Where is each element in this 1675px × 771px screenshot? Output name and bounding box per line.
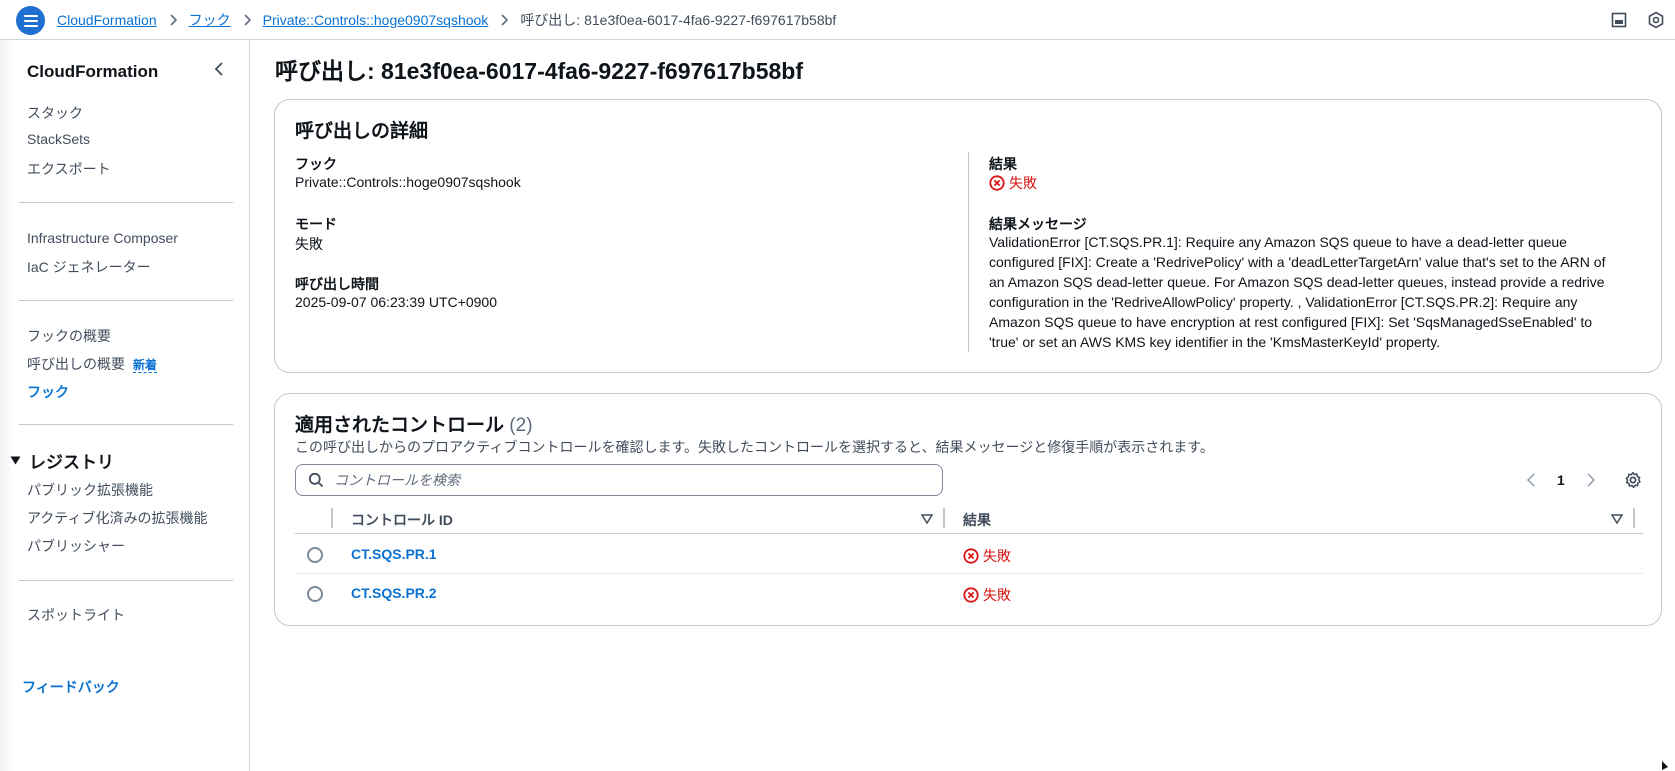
caret-down-icon: [10, 456, 21, 465]
chevron-right-icon: [500, 14, 509, 26]
result-message-line: ValidationError [CT.SQS.PR.1]: Require a…: [989, 234, 1567, 250]
applied-controls-panel: 適用されたコントロール (2) この呼び出しからのプロアクティブコントロールを確…: [274, 393, 1662, 626]
sidebar-section-label: レジストリ: [29, 453, 114, 472]
table-row[interactable]: CT.SQS.PR.1 失敗: [295, 536, 1643, 574]
result-message-line: configured [FIX]: Create a 'RedrivePolic…: [989, 254, 1606, 270]
panel-icon[interactable]: [1609, 10, 1629, 30]
controls-description: この呼び出しからのプロアクティブコントロールを確認します。失敗したコントロールを…: [295, 439, 1214, 455]
chevron-right-icon: [243, 14, 251, 26]
row-result-text: 失敗: [983, 548, 1011, 564]
sidebar-item-public-extensions[interactable]: パブリック拡張機能: [27, 480, 153, 500]
row-radio[interactable]: [307, 586, 323, 602]
breadcrumb-current: 呼び出し: 81e3f0ea-6017-4fa6-9227-f697617b58…: [520, 12, 837, 28]
sidebar-item-exports[interactable]: エクスポート: [27, 159, 111, 179]
column-resizer[interactable]: [331, 508, 333, 528]
hook-value: Private::Controls::hoge0907sqshook: [295, 174, 521, 190]
breadcrumb-cloudformation[interactable]: CloudFormation: [57, 12, 157, 28]
mode-value: 失敗: [295, 236, 323, 252]
row-radio[interactable]: [307, 547, 323, 563]
result-message-line: 'true' or set an AWS KMS key identifier …: [989, 334, 1441, 350]
result-message-line: Amazon SQS queue to have encryption at r…: [989, 314, 1593, 330]
sidebar-item-stacks[interactable]: スタック: [27, 103, 83, 123]
settings-hex-icon[interactable]: [1646, 10, 1666, 30]
page-title: 呼び出し: 81e3f0ea-6017-4fa6-9227-f697617b58…: [275, 58, 804, 84]
sidebar-item-stacksets[interactable]: StackSets: [27, 131, 90, 147]
error-circle-icon: [989, 175, 1005, 191]
column-header-result[interactable]: 結果: [963, 510, 991, 530]
row-result: 失敗: [963, 585, 1011, 605]
sidebar-item-hooks[interactable]: フック: [27, 382, 69, 402]
result-message-line: an Amazon SQS dead-letter queue. For Ama…: [989, 274, 1605, 290]
chevron-left-icon[interactable]: [1523, 472, 1539, 488]
chevron-left-icon[interactable]: [210, 60, 228, 78]
sort-caret-icon[interactable]: [920, 512, 934, 525]
sidebar-item-invocations-overview[interactable]: 呼び出しの概要 新着: [27, 354, 158, 374]
breadcrumb-hooks[interactable]: フック: [189, 10, 231, 30]
sidebar-item-publisher[interactable]: パブリッシャー: [27, 536, 125, 556]
page-number[interactable]: 1: [1557, 472, 1565, 488]
error-circle-icon: [963, 548, 979, 564]
sort-caret-icon[interactable]: [1610, 512, 1624, 525]
column-resizer[interactable]: [1633, 508, 1635, 528]
controls-title-text: 適用されたコントロール: [295, 415, 505, 436]
row-result-text: 失敗: [983, 587, 1011, 603]
result-message: ValidationError [CT.SQS.PR.1]: Require a…: [989, 232, 1641, 352]
sidebar-item-iac-generator[interactable]: IaC ジェネレーター: [27, 257, 151, 277]
gear-icon[interactable]: [1624, 471, 1642, 489]
sidebar-section-registry[interactable]: レジストリ: [10, 448, 114, 473]
hamburger-menu-icon[interactable]: [16, 6, 45, 35]
result-status-text: 失敗: [1009, 175, 1037, 191]
result-label: 結果: [989, 156, 1017, 172]
result-message-line: configuration in the 'RedriveAllowPolicy…: [989, 294, 1578, 310]
controls-count: (2): [509, 415, 533, 436]
breadcrumb: CloudFormation フック Private::Controls::ho…: [57, 0, 836, 40]
hook-label: フック: [295, 156, 337, 172]
sidebar-divider: [19, 202, 233, 203]
sidebar-divider: [19, 580, 233, 581]
resize-handle-icon[interactable]: [1657, 758, 1671, 771]
search-input[interactable]: [334, 472, 894, 488]
sidebar: CloudFormation スタック StackSets エクスポート Inf…: [0, 40, 250, 771]
sidebar-item-hooks-overview[interactable]: フックの概要: [27, 326, 111, 346]
search-input-wrapper: [295, 464, 943, 496]
column-header-control-id[interactable]: コントロール ID: [351, 510, 453, 530]
result-status: 失敗: [989, 173, 1037, 193]
sidebar-item-activated-extensions[interactable]: アクティブ化済みの拡張機能: [27, 508, 207, 528]
sidebar-divider: [19, 300, 233, 301]
sidebar-title[interactable]: CloudFormation: [27, 62, 158, 82]
new-badge[interactable]: 新着: [133, 358, 158, 373]
invocation-details-panel: 呼び出しの詳細 フック Private::Controls::hoge0907s…: [274, 99, 1662, 373]
invocation-time-label: 呼び出し時間: [295, 276, 379, 292]
search-icon: [308, 472, 324, 488]
sidebar-item-infrastructure-composer[interactable]: Infrastructure Composer: [27, 230, 178, 246]
control-id-link[interactable]: CT.SQS.PR.2: [351, 585, 437, 601]
controls-title: 適用されたコントロール (2): [295, 410, 533, 437]
top-navigation-bar: CloudFormation フック Private::Controls::ho…: [0, 0, 1675, 40]
breadcrumb-hook-name[interactable]: Private::Controls::hoge0907sqshook: [263, 12, 489, 28]
table-row[interactable]: CT.SQS.PR.2 失敗: [295, 575, 1643, 613]
chevron-right-icon: [169, 14, 177, 26]
table-header: コントロール ID 結果: [295, 504, 1643, 534]
row-result: 失敗: [963, 546, 1011, 566]
details-title: 呼び出しの詳細: [295, 121, 429, 142]
pagination: 1: [1523, 466, 1599, 494]
invocation-time-value: 2025-09-07 06:23:39 UTC+0900: [295, 294, 497, 310]
mode-label: モード: [295, 216, 337, 232]
feedback-link[interactable]: フィードバック: [22, 677, 120, 697]
control-id-link[interactable]: CT.SQS.PR.1: [351, 546, 437, 562]
column-divider: [968, 152, 969, 352]
error-circle-icon: [963, 587, 979, 603]
sidebar-item-label: 呼び出しの概要: [27, 356, 125, 372]
result-message-label: 結果メッセージ: [989, 216, 1087, 232]
column-resizer[interactable]: [943, 508, 945, 528]
sidebar-item-spotlight[interactable]: スポットライト: [27, 605, 125, 625]
chevron-right-icon[interactable]: [1583, 472, 1599, 488]
sidebar-divider: [19, 424, 233, 425]
